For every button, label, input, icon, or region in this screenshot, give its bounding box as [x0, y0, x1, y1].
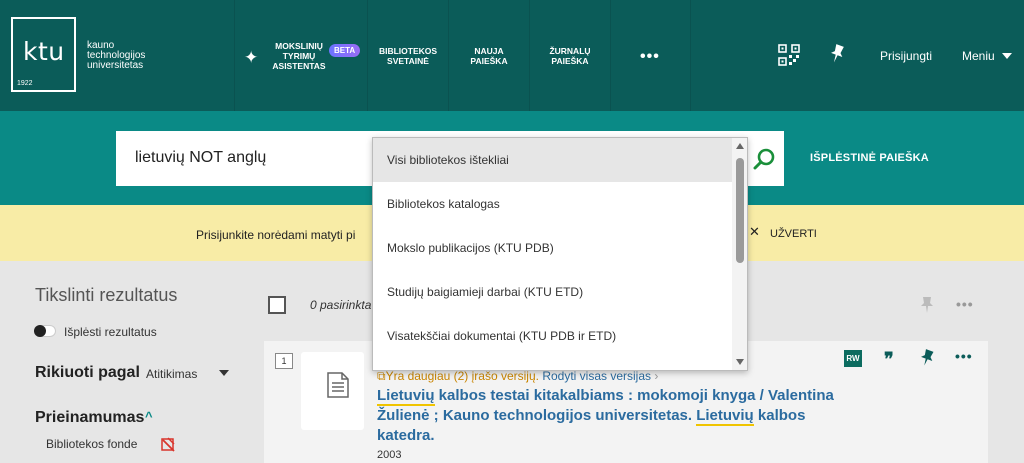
- refworks-export-button[interactable]: RW: [844, 350, 862, 367]
- more-actions-icon[interactable]: •••: [956, 296, 974, 312]
- record-versions[interactable]: ⧉Yra daugiau (2) įrašo versijų. Rodyti v…: [377, 369, 658, 384]
- expand-results-label: Išplėsti rezultatus: [64, 325, 157, 339]
- chevron-right-icon: ›: [654, 369, 659, 383]
- scrollbar-thumb[interactable]: [736, 158, 744, 263]
- pin-icon[interactable]: [920, 349, 934, 367]
- sparkle-icon: ✦: [244, 48, 259, 67]
- logo-year: 1922: [17, 80, 33, 87]
- close-icon[interactable]: ✕: [749, 224, 760, 240]
- nav-label-line: TYRIMŲ: [282, 50, 316, 61]
- nav-divider: [690, 0, 691, 111]
- university-name: kauno technologijos universitetas: [87, 41, 145, 71]
- nav-journal-search[interactable]: ŽURNALŲ PAIEŠKA: [530, 0, 610, 111]
- selected-count: 0 pasirinkta: [310, 298, 372, 312]
- versions-icon: ⧉: [377, 369, 386, 383]
- beta-badge: BETA: [329, 44, 361, 57]
- nav-divider: [234, 0, 235, 111]
- sort-select[interactable]: Atitikimas: [146, 367, 197, 381]
- scope-option[interactable]: Studijų baigiamieji darbai (KTU ETD): [373, 270, 733, 314]
- pin-icon[interactable]: [829, 44, 845, 64]
- refine-results-title: Tikslinti rezultatus: [35, 285, 178, 305]
- nav-library-website[interactable]: BIBLIOTEKOS SVETAINĖ: [368, 0, 448, 111]
- logo-text: ktu: [23, 37, 65, 66]
- show-all-versions-link[interactable]: Rodyti visas versijas: [542, 369, 651, 383]
- exclude-facet-icon[interactable]: [160, 436, 176, 452]
- record-year: 2003: [377, 449, 402, 461]
- citation-icon[interactable]: ❞: [884, 349, 894, 370]
- nav-label-line: SVETAINĖ: [387, 55, 429, 66]
- sort-by-label: Rikiuoti pagal: [35, 364, 140, 381]
- nav-label-line: NAUJA: [474, 45, 504, 56]
- nav-label-line: ŽURNALŲ: [549, 45, 591, 56]
- nav-label-line: PAIEŠKA: [470, 55, 508, 66]
- nav-label-line: PAIEŠKA: [551, 55, 589, 66]
- nav-label-line: MOKSLINIŲ: [275, 40, 323, 51]
- banner-text: Prisijunkite norėdami matyti pi: [196, 228, 356, 242]
- record-title[interactable]: Lietuvių kalbos testai kitakalbiams : mo…: [377, 386, 837, 446]
- nav-research-assistant[interactable]: MOKSLINIŲ TYRIMŲ ASISTENTAS: [262, 0, 336, 111]
- pin-icon[interactable]: [920, 296, 934, 314]
- search-scope-dropdown[interactable]: Visi bibliotekos ištekliai Bibliotekos k…: [372, 137, 748, 371]
- versions-text: Yra daugiau (2) įrašo versijų.: [385, 369, 539, 383]
- facet-item-in-library[interactable]: Bibliotekos fonde: [46, 437, 137, 451]
- title-highlight: Lietuvių: [377, 387, 435, 406]
- scroll-up-arrow[interactable]: [736, 143, 744, 149]
- qr-code-icon[interactable]: [778, 44, 800, 66]
- nav-new-search[interactable]: NAUJA PAIEŠKA: [449, 0, 529, 111]
- title-highlight: Lietuvių: [696, 407, 754, 426]
- scope-option[interactable]: Bibliotekos katalogas: [373, 182, 733, 226]
- nav-label-line: BIBLIOTEKOS: [378, 45, 438, 56]
- scope-option[interactable]: Visatekščiai dokumentai (KTU PDB ir ETD): [373, 314, 733, 358]
- caret-down-icon[interactable]: [219, 370, 229, 376]
- more-actions-icon[interactable]: •••: [955, 348, 973, 364]
- ktu-logo[interactable]: ktu 1922: [11, 17, 76, 92]
- sign-in-link[interactable]: Prisijungti: [880, 49, 932, 63]
- dismiss-banner-button[interactable]: UŽVERTI: [770, 228, 817, 240]
- scope-option[interactable]: Mokslo publikacijos (KTU PDB): [373, 226, 733, 270]
- scope-option[interactable]: Visi bibliotekos ištekliai: [373, 138, 733, 182]
- search-icon[interactable]: [752, 147, 776, 171]
- document-icon: [327, 372, 349, 398]
- university-name-line: universitetas: [87, 60, 144, 71]
- menu-button[interactable]: Meniu: [962, 49, 995, 63]
- nav-divider: [610, 0, 611, 111]
- more-nav-button[interactable]: •••: [640, 48, 660, 66]
- advanced-search-link[interactable]: IŠPLĖSTINĖ PAIEŠKA: [810, 152, 929, 164]
- search-query[interactable]: lietuvių NOT anglų: [135, 149, 266, 167]
- toggle-knob: [34, 325, 46, 337]
- record-number: 1: [275, 353, 293, 369]
- nav-label-line: ASISTENTAS: [272, 60, 326, 71]
- chevron-up-icon[interactable]: ^: [145, 409, 153, 424]
- select-all-checkbox[interactable]: [268, 296, 286, 314]
- scroll-down-arrow[interactable]: [736, 359, 744, 365]
- caret-down-icon: [1002, 53, 1012, 59]
- availability-facet-title[interactable]: Prieinamumas: [35, 409, 144, 427]
